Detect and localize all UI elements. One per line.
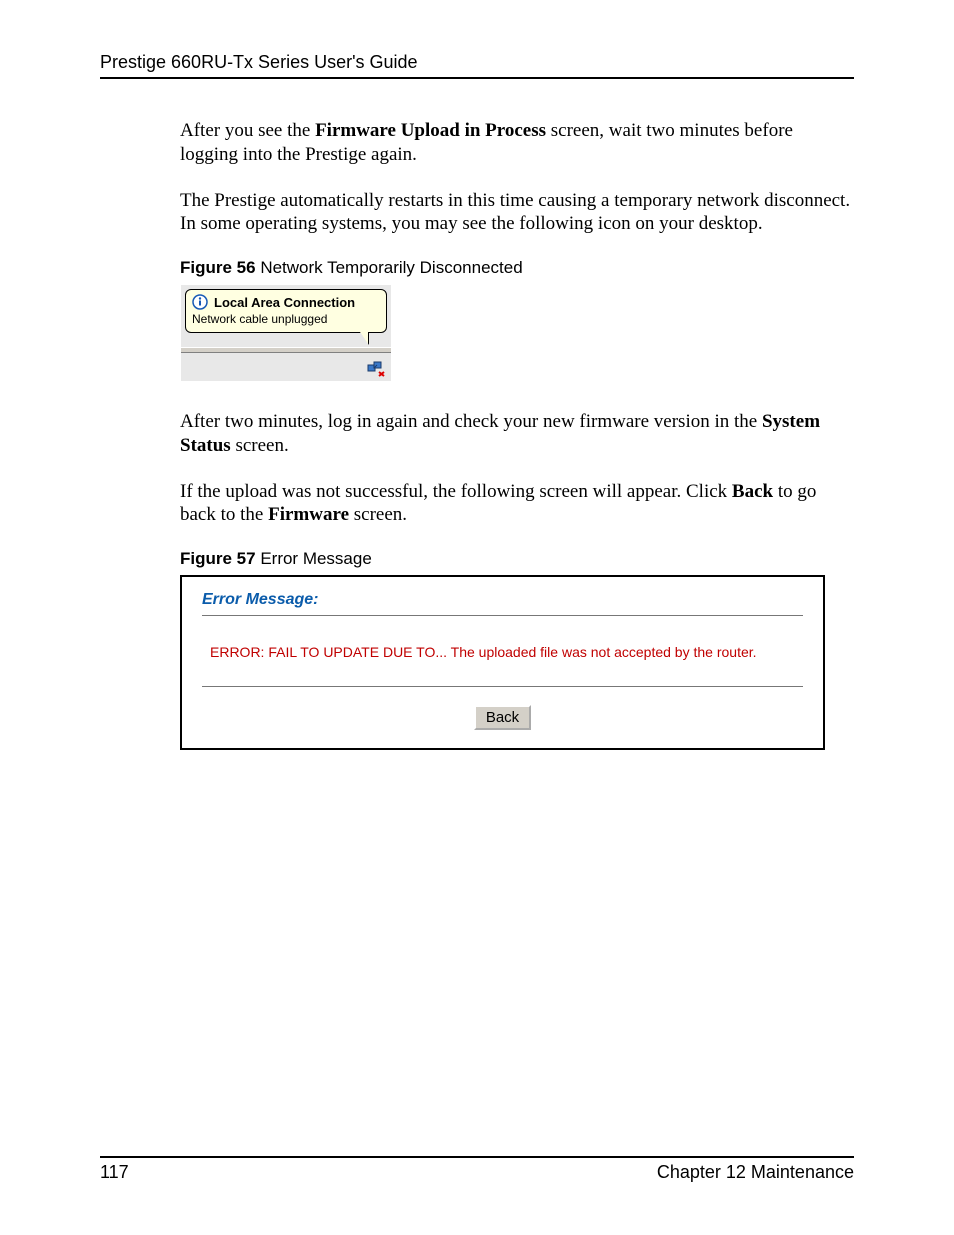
figure-57-number: Figure 57 (180, 549, 256, 568)
p4-pre: If the upload was not successful, the fo… (180, 481, 732, 502)
paragraph-4: If the upload was not successful, the fo… (100, 480, 854, 528)
page-number: 117 (100, 1162, 129, 1183)
figure-56-number: Figure 56 (180, 258, 256, 277)
figure-57-error-dialog: Error Message: ERROR: FAIL TO UPDATE DUE… (180, 575, 825, 750)
p1-bold: Firmware Upload in Process (315, 120, 546, 141)
figure-56-title: Network Temporarily Disconnected (256, 258, 523, 277)
page-footer: 117 Chapter 12 Maintenance (100, 1156, 854, 1183)
info-icon (192, 294, 208, 310)
error-dialog-body: ERROR: FAIL TO UPDATE DUE TO... The uplo… (202, 644, 803, 687)
error-dialog-heading: Error Message: (202, 591, 803, 616)
back-button[interactable]: Back (474, 705, 531, 730)
p1-pre: After you see the (180, 120, 315, 141)
figure-56-caption: Figure 56 Network Temporarily Disconnect… (100, 258, 854, 278)
balloon-message: Network cable unplugged (192, 312, 380, 326)
p4-bold2: Firmware (268, 504, 349, 525)
paragraph-1: After you see the Firmware Upload in Pro… (100, 119, 854, 167)
figure-57-caption: Figure 57 Error Message (100, 549, 854, 569)
network-tray-icon (367, 361, 385, 377)
figure-56-image: Local Area Connection Network cable unpl… (180, 284, 392, 382)
chapter-label: Chapter 12 Maintenance (657, 1162, 854, 1183)
paragraph-3: After two minutes, log in again and chec… (100, 410, 854, 458)
figure-57-title: Error Message (256, 549, 372, 568)
p4-bold1: Back (732, 481, 773, 502)
taskbar-strip (181, 347, 391, 353)
notification-balloon: Local Area Connection Network cable unpl… (185, 289, 387, 333)
p4-post: screen. (349, 504, 407, 525)
p3-post: screen. (231, 435, 289, 456)
p3-pre: After two minutes, log in again and chec… (180, 411, 762, 432)
paragraph-2: The Prestige automatically restarts in t… (100, 189, 854, 237)
balloon-title: Local Area Connection (214, 295, 355, 310)
page-header: Prestige 660RU-Tx Series User's Guide (100, 52, 854, 79)
balloon-tail (360, 332, 368, 344)
